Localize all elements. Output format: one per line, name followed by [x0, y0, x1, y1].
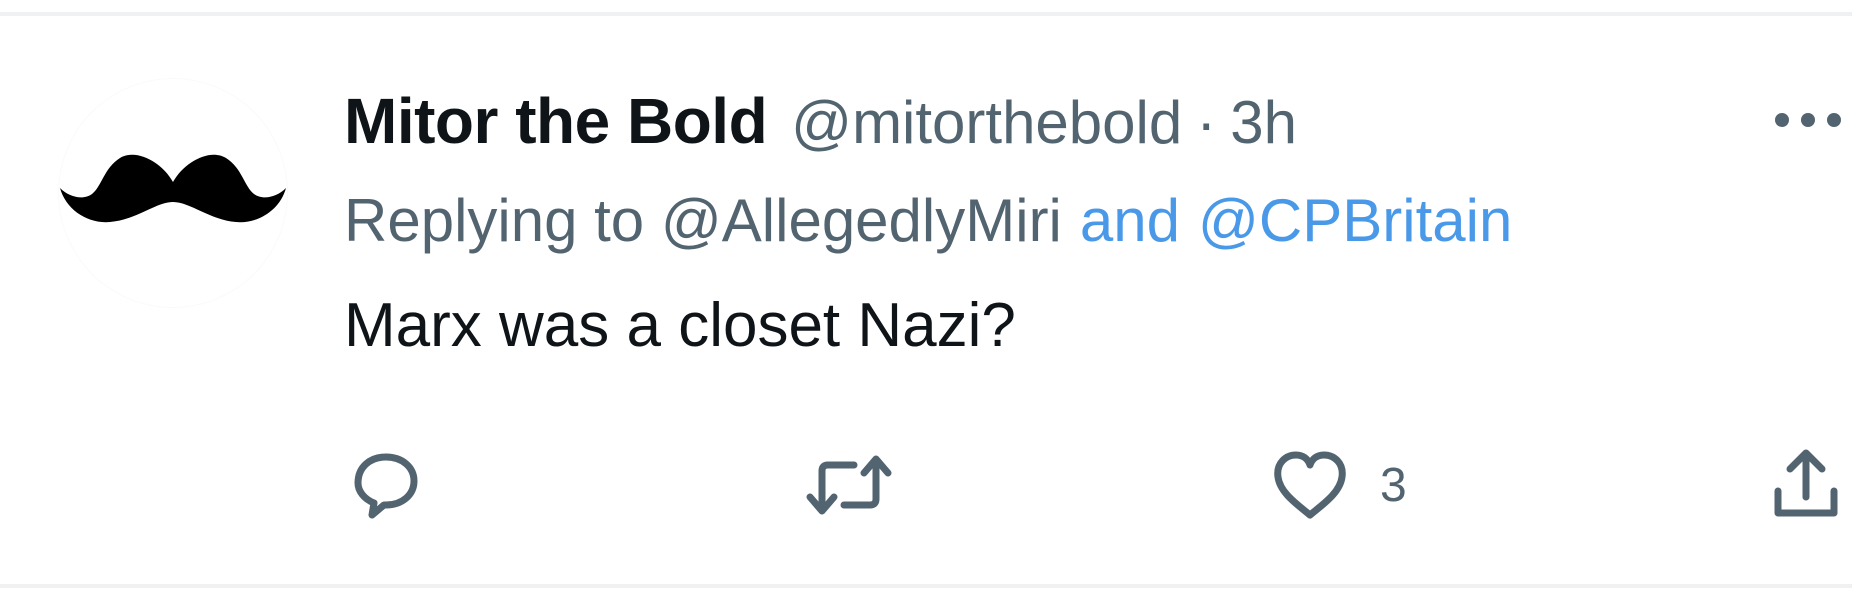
- retweet-icon: [806, 455, 892, 515]
- reply-conjunction[interactable]: and: [1080, 187, 1180, 254]
- replying-to: Replying to @AllegedlyMiri and @CPBritain: [344, 186, 1512, 255]
- action-bar: 3: [0, 440, 1852, 530]
- share-icon: [1774, 449, 1838, 517]
- avatar[interactable]: [58, 78, 288, 308]
- reply-handle-first[interactable]: @AllegedlyMiri: [661, 187, 1062, 254]
- share-button[interactable]: [1766, 440, 1846, 530]
- reply-button[interactable]: [344, 440, 428, 530]
- separator-dot: ·: [1196, 89, 1217, 156]
- handle[interactable]: @mitorthebold: [791, 88, 1182, 157]
- tweet-header: Mitor the Bold @mitorthebold · 3h: [344, 84, 1297, 157]
- timestamp[interactable]: 3h: [1230, 88, 1297, 157]
- divider-top: [0, 12, 1852, 16]
- reply-prefix: Replying to: [344, 187, 645, 254]
- divider-bottom: [0, 584, 1852, 588]
- reply-bubble-icon: [354, 453, 418, 519]
- reply-handle-second[interactable]: @CPBritain: [1198, 187, 1512, 254]
- like-count: 3: [1380, 458, 1407, 512]
- like-button[interactable]: 3: [1268, 440, 1407, 530]
- retweet-button[interactable]: [804, 440, 894, 530]
- more-options-button[interactable]: [1774, 100, 1844, 140]
- heart-icon: [1274, 451, 1346, 519]
- mustache-icon: [60, 154, 286, 223]
- display-name[interactable]: Mitor the Bold: [344, 84, 768, 158]
- tweet-text: Marx was a closet Nazi?: [344, 291, 1016, 360]
- more-dots-icon: [1775, 113, 1841, 127]
- tweet-card: Mitor the Bold @mitorthebold · 3h Replyi…: [0, 0, 1852, 600]
